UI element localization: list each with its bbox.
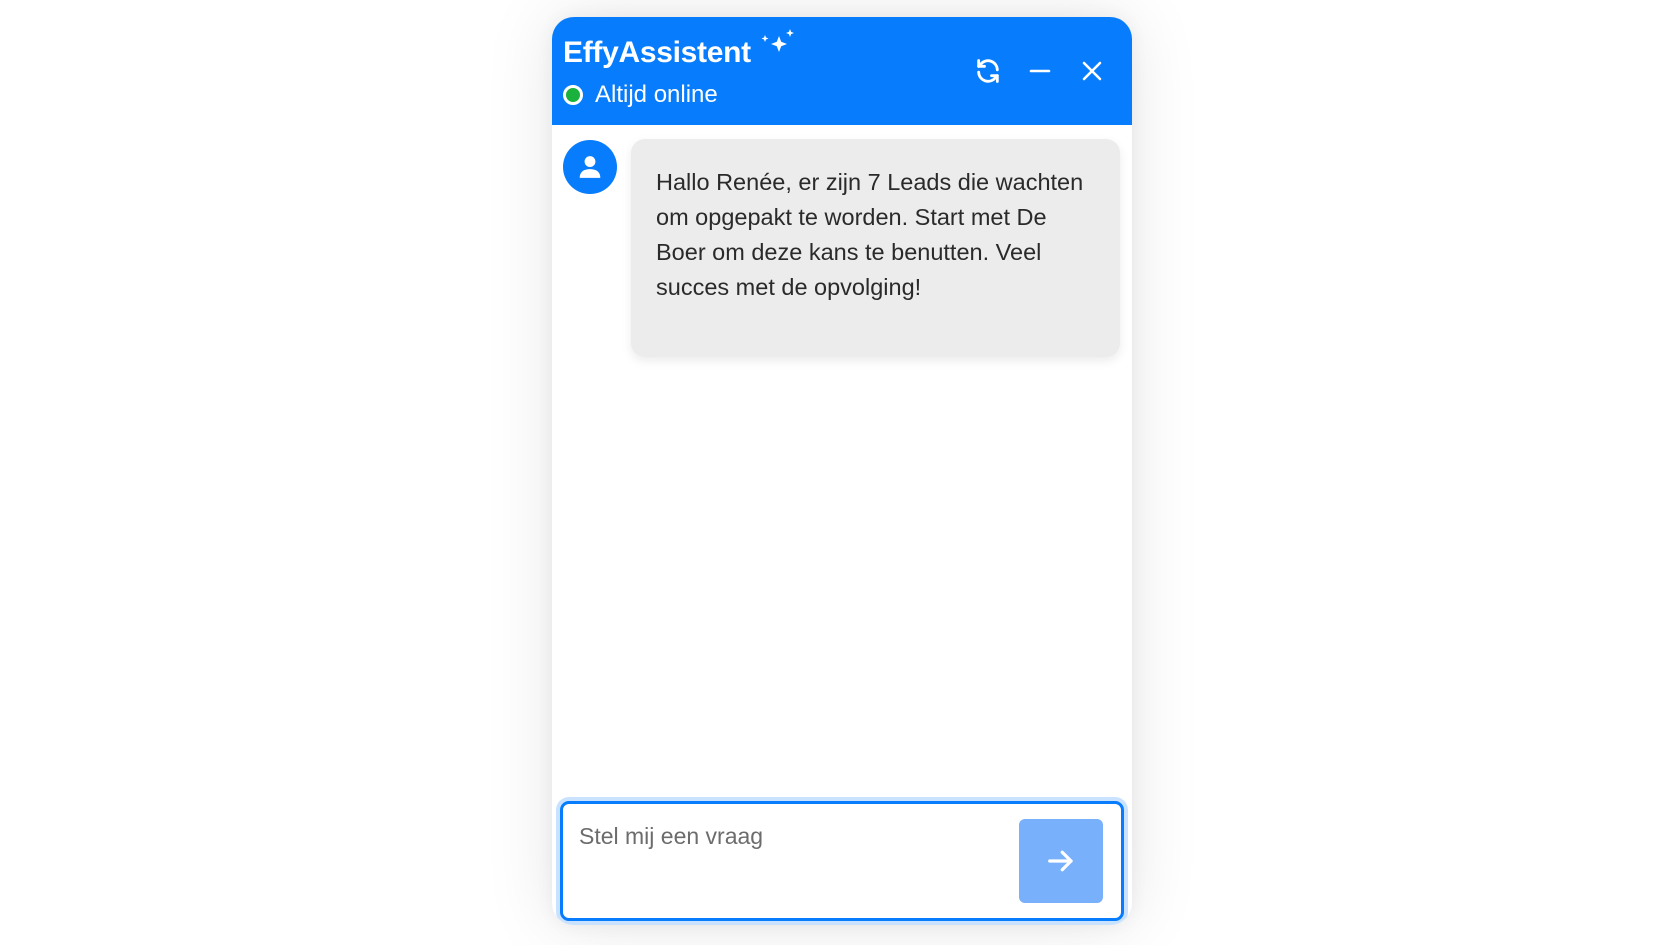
message-composer [560,801,1124,921]
sparkles-icon [761,29,794,52]
close-icon [1082,61,1102,81]
refresh-icon [977,59,999,83]
chat-widget: EffyAssistent Altijd online Hallo Renée,… [552,17,1132,925]
minimize-button[interactable] [1022,53,1058,89]
send-button[interactable] [1019,819,1103,903]
status-row: Altijd online [563,81,718,109]
status-label: Altijd online [595,81,718,108]
arrow-right-icon [1048,850,1073,872]
title-row: EffyAssistent [563,29,797,71]
assistant-message-bubble: Hallo Renée, er zijn 7 Leads die wachten… [631,139,1120,357]
minimize-icon [1029,69,1051,73]
online-status-dot [563,85,583,105]
assistant-title: EffyAssistent [563,36,751,69]
user-icon [579,156,601,178]
message-input[interactable] [579,816,999,856]
assistant-avatar [563,140,617,194]
refresh-button[interactable] [970,53,1006,89]
chat-header: EffyAssistent Altijd online [552,17,1132,125]
close-button[interactable] [1074,53,1110,89]
